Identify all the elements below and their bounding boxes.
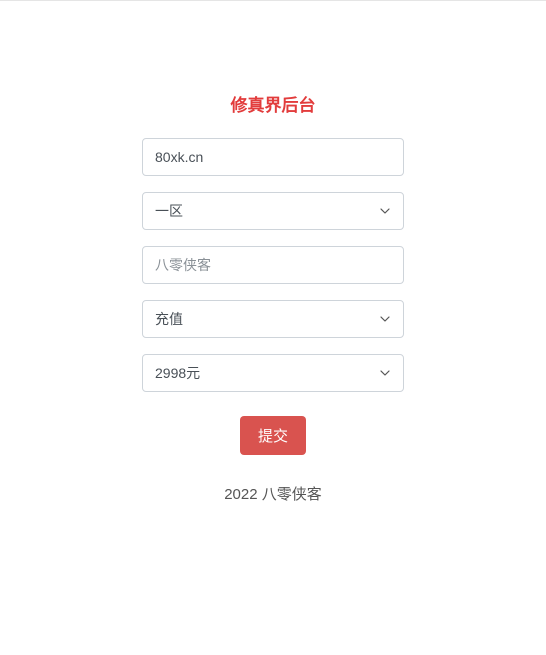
submit-wrap: 提交 [240,416,306,455]
footer-text: 2022 八零侠客 [224,483,322,504]
amount-select[interactable]: 2998元 [142,354,404,392]
page-title: 修真界后台 [231,91,316,116]
site-input[interactable] [142,138,404,176]
username-row [142,246,404,284]
area-select[interactable]: 一区 [142,192,404,230]
form-container: 修真界后台 一区 充值 2998元 提交 2022 八零侠客 [0,1,546,504]
username-input[interactable] [142,246,404,284]
amount-row: 2998元 [142,354,404,392]
submit-button[interactable]: 提交 [240,416,306,455]
site-row [142,138,404,176]
action-select[interactable]: 充值 [142,300,404,338]
area-row: 一区 [142,192,404,230]
action-row: 充值 [142,300,404,338]
